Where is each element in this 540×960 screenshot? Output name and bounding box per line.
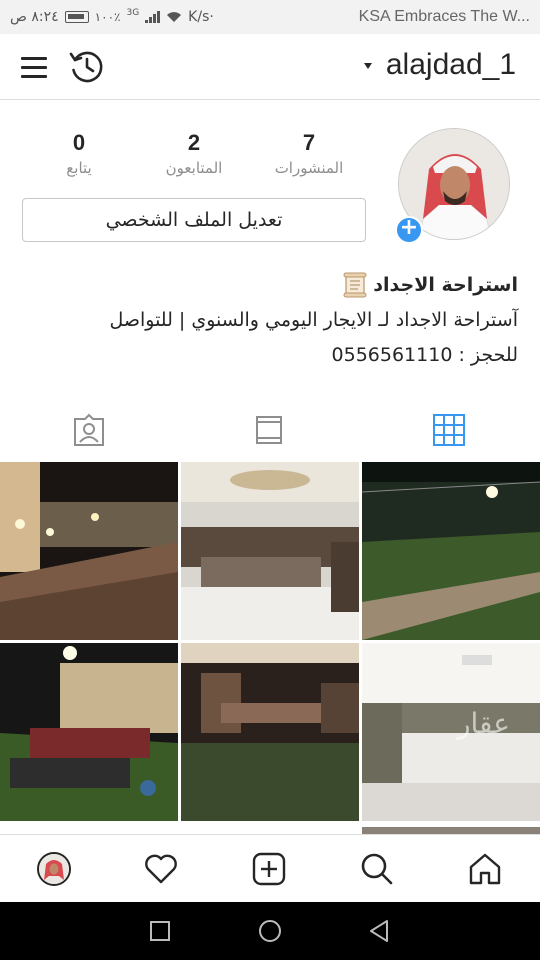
bottom-navigation <box>0 834 540 902</box>
edit-profile-button[interactable]: تعديل الملف الشخصي <box>22 198 366 242</box>
battery-icon <box>64 11 89 23</box>
activity-heart-icon[interactable] <box>141 849 181 889</box>
status-indicators: ٨:٢٤ ص ١٠٠٪ 3G K/s· <box>10 8 214 26</box>
home-icon[interactable] <box>465 849 505 889</box>
battery-percent: ١٠٠٪ <box>94 10 121 24</box>
grid-post-thumbnail[interactable] <box>181 643 359 821</box>
network-speed: K/s· <box>188 9 214 25</box>
archive-history-icon[interactable] <box>68 48 106 86</box>
followers-count: 2 <box>187 130 201 155</box>
following-stat[interactable]: 0 يتابع <box>24 130 134 177</box>
search-icon[interactable] <box>357 849 397 889</box>
notification-ticker: KSA Embraces The W... <box>358 8 530 25</box>
nav-profile-avatar[interactable] <box>34 849 74 889</box>
recents-square-icon[interactable] <box>147 918 173 944</box>
add-story-plus-icon[interactable]: + <box>395 216 423 244</box>
clock-text: ٨:٢٤ ص <box>10 9 59 25</box>
system-navigation-bar <box>0 902 540 960</box>
grid-post-thumbnail[interactable] <box>362 462 540 640</box>
posts-count: 7 <box>302 130 316 155</box>
avatar <box>37 852 71 886</box>
bio-name-row: استراحة الاجداد <box>18 272 518 298</box>
account-switch-dropdown-icon[interactable] <box>364 63 372 69</box>
tagged-tab-icon[interactable] <box>69 410 109 450</box>
network-type: 3G <box>126 8 140 18</box>
grid-post-thumbnail[interactable] <box>0 462 178 640</box>
grid-post-thumbnail[interactable] <box>0 643 178 821</box>
status-bar: ٨:٢٤ ص ١٠٠٪ 3G K/s· KSA Embraces The W..… <box>0 0 540 34</box>
watermark-text: عقار <box>455 707 510 740</box>
grid-post-thumbnail[interactable]: عقار <box>362 643 540 821</box>
followers-label: المتابعون <box>165 159 223 177</box>
grid-post-thumbnail[interactable] <box>362 824 540 834</box>
posts-stat[interactable]: 7 المنشورات <box>254 130 364 177</box>
followers-stat[interactable]: 2 المتابعون <box>139 130 249 177</box>
grid-tab-icon[interactable] <box>429 410 469 450</box>
bio-name: استراحة الاجداد <box>373 274 518 296</box>
new-post-plus-icon[interactable] <box>249 849 289 889</box>
profile-header: alajdad_1 <box>0 34 540 100</box>
wifi-icon <box>167 12 182 22</box>
profile-tabs <box>0 400 540 460</box>
back-triangle-icon[interactable] <box>367 918 393 944</box>
profile-bio: استراحة الاجداد آستراحة الاجداد لـ الايج… <box>18 272 518 368</box>
signal-icon <box>145 11 161 23</box>
username-title[interactable]: alajdad_1 <box>386 48 516 82</box>
following-label: يتابع <box>66 159 92 177</box>
bio-phone[interactable]: للحجز : 0556561110 <box>18 342 518 368</box>
feed-tab-icon[interactable] <box>249 410 289 450</box>
following-count: 0 <box>72 130 86 155</box>
posts-grid: عقار <box>0 462 540 834</box>
home-circle-icon[interactable] <box>257 918 283 944</box>
posts-label: المنشورات <box>274 159 344 177</box>
grid-post-thumbnail[interactable] <box>181 462 359 640</box>
scroll-emoji-icon <box>343 272 367 298</box>
menu-icon[interactable] <box>18 52 52 82</box>
bio-description: آستراحة الاجداد لـ الايجار اليومي والسنو… <box>109 309 518 331</box>
